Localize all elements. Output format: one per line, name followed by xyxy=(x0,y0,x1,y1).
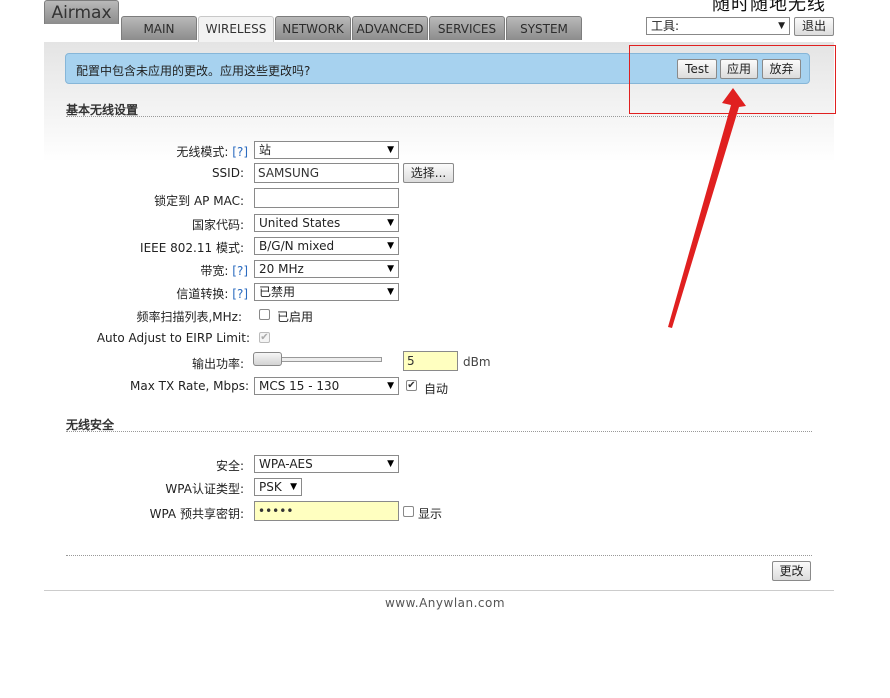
arrow-shape xyxy=(668,88,746,328)
annotation-arrow xyxy=(668,88,746,328)
